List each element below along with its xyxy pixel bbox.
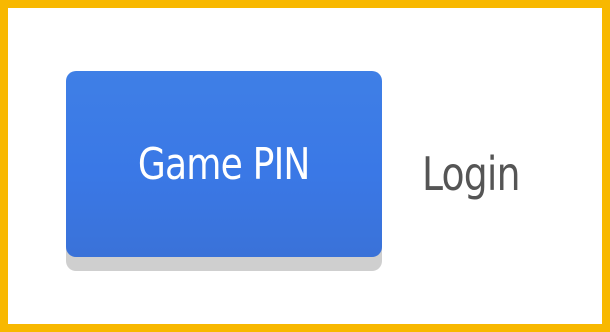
- login-link[interactable]: Login: [422, 134, 541, 214]
- game-pin-button-label: Game PIN: [138, 138, 311, 190]
- login-link-label: Login: [422, 147, 520, 201]
- highlight-frame: Game PIN Login: [0, 0, 610, 332]
- game-pin-button-wrapper: Game PIN: [66, 71, 382, 271]
- game-pin-button[interactable]: Game PIN: [66, 71, 382, 257]
